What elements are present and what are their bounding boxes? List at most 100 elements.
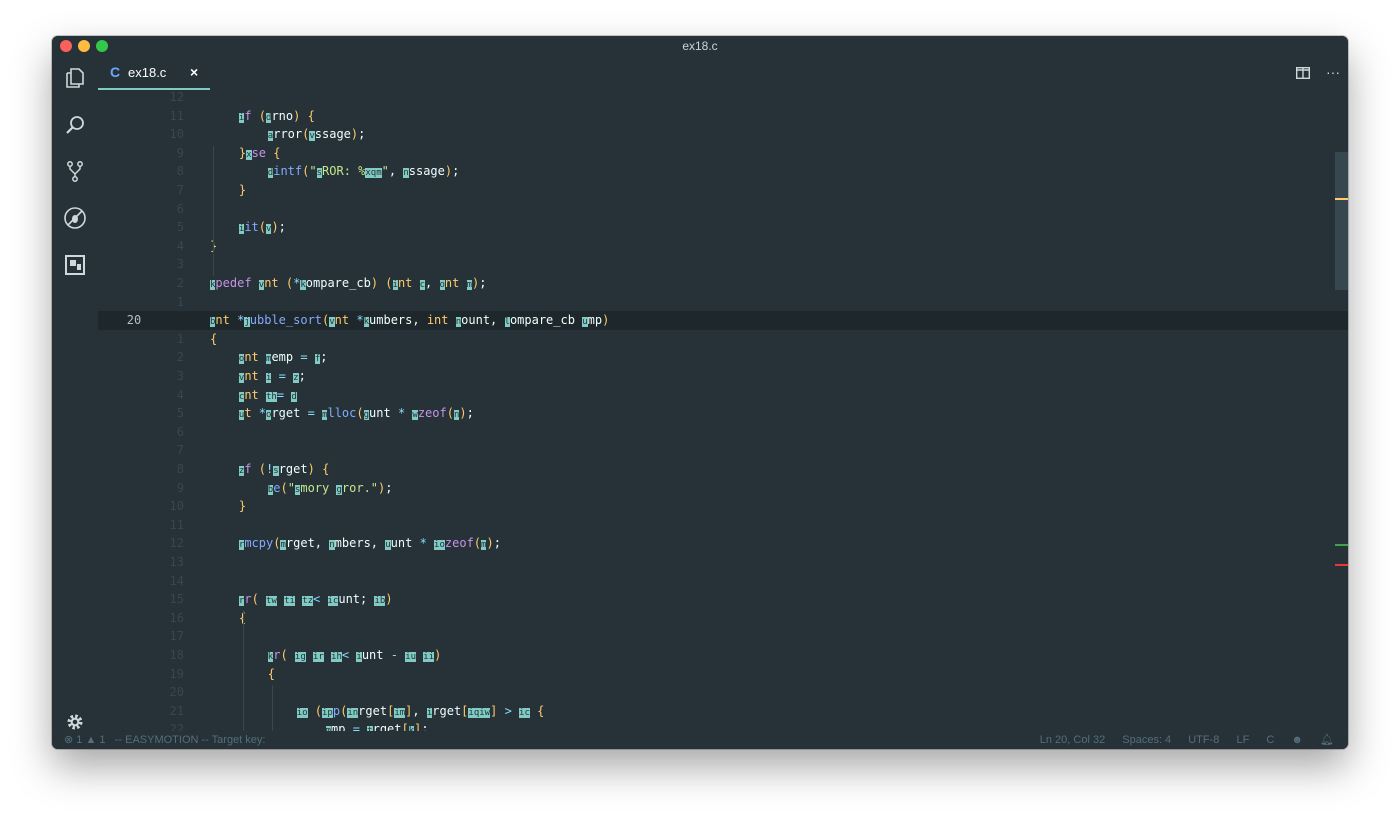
code-line[interactable]: 2 ont memp = f; <box>98 348 1348 367</box>
line-number: 19 <box>169 666 184 681</box>
code-text[interactable]: if (drno) { <box>210 107 315 128</box>
code-line[interactable]: 6 <box>98 423 1348 442</box>
code-text[interactable]: { <box>210 330 217 349</box>
line-number: 11 <box>169 108 184 123</box>
code-line[interactable]: 2 kpedef vnt (*kompare_cb) (int c, ont m)… <box>98 274 1348 293</box>
code-text[interactable]: bnt *jubble_sort(vnt *kumbers, int nount… <box>210 311 609 332</box>
warning-count[interactable]: 1 <box>99 734 105 746</box>
code-line[interactable]: 12 rmcpy(mrget, nmbers, uunt * iozeof(m)… <box>98 534 1348 553</box>
code-text[interactable]: dintf("sROR: %xqm", nssage); <box>210 162 459 183</box>
line-number: 4 <box>176 387 184 402</box>
code-line[interactable]: 12 <box>98 90 1348 107</box>
code-line[interactable]: 11 if (drno) { <box>98 107 1348 126</box>
line-number: 4 <box>176 238 184 253</box>
code-line[interactable]: 7 } <box>98 181 1348 200</box>
code-text[interactable]: be("smory gror."); <box>210 479 392 500</box>
debug-icon[interactable] <box>63 206 87 230</box>
code-line[interactable]: 5 iit(v); <box>98 218 1348 237</box>
line-number: 2 <box>176 350 184 365</box>
feedback-smiley-icon[interactable]: ☻ <box>1291 734 1303 746</box>
code-line[interactable]: 8 zf (!srget) { <box>98 460 1348 479</box>
window-title: ex18.c <box>682 39 718 53</box>
code-text[interactable]: ut *orget = mlloc(gunt * wzeof(n); <box>210 404 474 425</box>
tab-ex18-c[interactable]: C ex18.c × <box>98 56 210 90</box>
line-number: 21 <box>169 703 184 718</box>
more-actions-icon[interactable]: ··· <box>1326 64 1340 80</box>
line-ending[interactable]: LF <box>1236 734 1249 746</box>
close-window-button[interactable] <box>60 40 72 52</box>
code-line[interactable]: 1 <box>98 293 1348 312</box>
line-number: 3 <box>176 257 184 272</box>
indent-guide <box>243 610 244 731</box>
easymotion-mode: -- EASYMOTION -- Target key: <box>114 734 266 746</box>
line-number: 12 <box>169 90 184 104</box>
code-line[interactable]: 11 <box>98 516 1348 535</box>
code-line[interactable]: 4} <box>98 237 1348 256</box>
code-line[interactable]: 14 <box>98 572 1348 591</box>
code-line[interactable]: 9 be("smory gror."); <box>98 479 1348 498</box>
notifications-bell-icon[interactable]: 🔔︎ <box>1320 734 1334 746</box>
code-text[interactable]: io (ipp(inrget[im], irget[iqiw] > ic { <box>210 702 544 723</box>
code-line[interactable]: 6 <box>98 200 1348 219</box>
code-line[interactable]: 13 <box>98 553 1348 572</box>
code-line[interactable]: 7 <box>98 441 1348 460</box>
editor-window: ex18.c C ex18.c × ··· 22 mp = rget[]; 2… <box>52 36 1348 749</box>
line-number: 5 <box>176 406 184 421</box>
gear-icon[interactable] <box>65 712 85 732</box>
code-text[interactable]: cnt th= d <box>210 386 297 407</box>
code-text[interactable]: iit(v); <box>210 218 286 239</box>
code-line[interactable]: 1{ <box>98 330 1348 349</box>
code-text[interactable]: rmcpy(mrget, nmbers, uunt * iozeof(m); <box>210 534 501 555</box>
code-text[interactable]: } <box>210 497 246 516</box>
zoom-window-button[interactable] <box>96 40 108 52</box>
code-line[interactable]: 4 cnt th= d <box>98 386 1348 405</box>
line-number: 20 <box>126 313 142 328</box>
code-line[interactable]: 17 <box>98 627 1348 646</box>
code-line[interactable]: 15 rr( tw ti tz< icunt; ib) <box>98 590 1348 609</box>
code-line[interactable]: 20 <box>98 683 1348 702</box>
code-line-current[interactable]: 20 bnt *jubble_sort(vnt *kumbers, int nou… <box>98 311 1348 330</box>
warning-icon[interactable]: ▲ <box>85 734 96 746</box>
code-editor[interactable]: 22 mmp = trget[k];21 io (ipp(inrget[im],… <box>98 90 1348 731</box>
code-line[interactable]: 5 ut *orget = mlloc(gunt * wzeof(n); <box>98 404 1348 423</box>
code-text[interactable]: vnt i = z; <box>210 367 306 388</box>
code-line[interactable]: 16 { <box>98 609 1348 628</box>
code-line[interactable]: 19 { <box>98 665 1348 684</box>
indentation[interactable]: Spaces: 4 <box>1122 734 1171 746</box>
code-text[interactable]: kpedef vnt (*kompare_cb) (int c, ont m); <box>210 274 487 295</box>
cursor-position[interactable]: Ln 20, Col 32 <box>1040 734 1105 746</box>
code-text[interactable]: zf (!srget) { <box>210 460 329 481</box>
overview-ruler-mark <box>1335 544 1348 546</box>
line-number: 1 <box>176 294 184 309</box>
encoding[interactable]: UTF-8 <box>1188 734 1219 746</box>
code-line[interactable]: 8 dintf("sROR: %xqm", nssage); <box>98 162 1348 181</box>
split-editor-icon[interactable] <box>1296 64 1311 80</box>
code-line[interactable]: 3 <box>98 255 1348 274</box>
code-text[interactable]: arror(vssage); <box>210 125 365 146</box>
code-line[interactable]: 10 } <box>98 497 1348 516</box>
code-line[interactable]: 21 io (ipp(inrget[im], irget[iqiw] > ic … <box>98 702 1348 721</box>
code-text[interactable]: kr( ig ir ih< iunt - iu ii) <box>210 646 441 667</box>
files-icon[interactable] <box>63 66 87 90</box>
code-line[interactable]: 3 vnt i = z; <box>98 367 1348 386</box>
title-bar: ex18.c <box>52 36 1348 56</box>
search-icon[interactable] <box>63 113 87 137</box>
code-text[interactable]: } <box>210 181 246 200</box>
minimize-window-button[interactable] <box>78 40 90 52</box>
close-tab-icon[interactable]: × <box>190 64 198 80</box>
line-number: 17 <box>169 629 184 644</box>
extensions-icon[interactable] <box>63 253 87 277</box>
code-text[interactable]: rr( tw ti tz< icunt; ib) <box>210 590 393 611</box>
error-count[interactable]: 1 <box>76 734 82 746</box>
code-text[interactable]: ont memp = f; <box>210 348 327 369</box>
code-line[interactable]: 10 arror(vssage); <box>98 125 1348 144</box>
source-control-icon[interactable] <box>63 159 87 183</box>
language-mode[interactable]: C <box>1266 734 1274 746</box>
line-number: 9 <box>176 145 184 160</box>
code-line[interactable]: 18 kr( ig ir ih< iunt - iu ii) <box>98 646 1348 665</box>
code-text[interactable]: { <box>210 609 246 628</box>
code-text[interactable]: }xse { <box>210 144 280 165</box>
editor-scrollbar[interactable] <box>1335 152 1348 290</box>
code-line[interactable]: 9 }xse { <box>98 144 1348 163</box>
error-icon[interactable]: ⊗ <box>64 734 73 746</box>
